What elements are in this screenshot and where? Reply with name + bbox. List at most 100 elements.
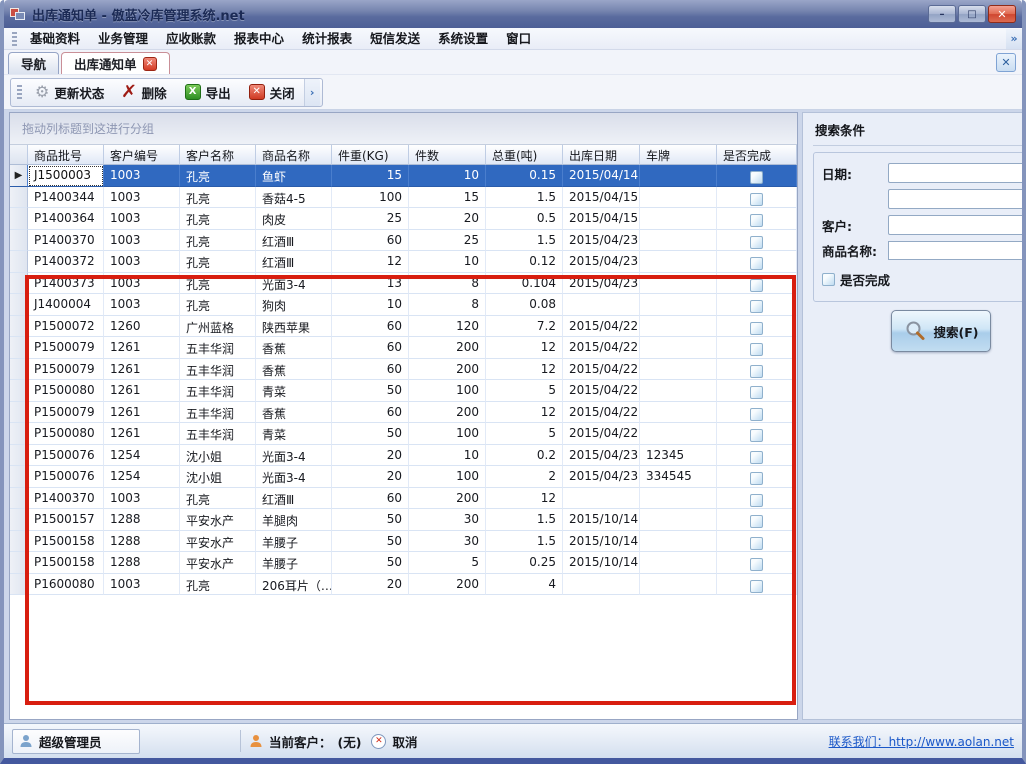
grid-cell[interactable] [640, 187, 717, 209]
grid-cell[interactable]: 1260 [104, 316, 180, 338]
grid-cell[interactable]: 孔亮 [180, 187, 256, 209]
grid-cell[interactable]: 60 [332, 359, 409, 381]
grid-cell[interactable]: 肉皮 [256, 208, 332, 230]
column-header[interactable]: 件数 [409, 145, 486, 165]
grid-cell[interactable]: 1003 [104, 574, 180, 596]
menu-item-receivables[interactable]: 应收账款 [157, 28, 225, 49]
table-row[interactable]: P15000761254沈小姐光面3-420100.22015/04/23123… [10, 445, 797, 467]
grid-cell[interactable]: 2015/04/23 [563, 251, 640, 273]
complete-checkbox[interactable] [750, 580, 763, 593]
grid-cell[interactable]: 50 [332, 380, 409, 402]
grid-cell[interactable]: 30 [409, 531, 486, 553]
close-button[interactable]: ✕ [988, 5, 1016, 23]
complete-checkbox[interactable] [750, 343, 763, 356]
grid-cell[interactable]: 50 [332, 531, 409, 553]
grid-cell[interactable] [563, 488, 640, 510]
grid-cell[interactable] [640, 273, 717, 295]
grid-cell[interactable]: 孔亮 [180, 230, 256, 252]
grid-cell[interactable]: 50 [332, 423, 409, 445]
grid-cell[interactable]: 20 [332, 574, 409, 596]
grid-cell[interactable]: P1400344 [28, 187, 104, 209]
is-complete-checkbox[interactable] [822, 273, 835, 286]
grid-cell[interactable]: 25 [409, 230, 486, 252]
complete-checkbox[interactable] [750, 558, 763, 571]
grid-cell[interactable]: 平安水产 [180, 531, 256, 553]
grid-cell[interactable]: 8 [409, 273, 486, 295]
grid-cell[interactable] [640, 316, 717, 338]
table-row[interactable]: ▶J15000031003孔亮鱼虾15100.152015/04/14 [10, 165, 797, 187]
table-row[interactable]: P15000791261五丰华润香蕉60200122015/04/22 [10, 359, 797, 381]
table-row[interactable]: P15000761254沈小姐光面3-42010022015/04/233345… [10, 466, 797, 488]
grid-cell[interactable]: 1.5 [486, 509, 563, 531]
menu-item-window[interactable]: 窗口 [497, 28, 540, 49]
grid-cell[interactable]: 1.5 [486, 230, 563, 252]
tabstrip-close-icon[interactable]: ✕ [996, 53, 1016, 72]
row-indicator[interactable] [10, 402, 28, 424]
grid-cell[interactable]: 1261 [104, 402, 180, 424]
grid-cell[interactable]: P1400372 [28, 251, 104, 273]
row-indicator[interactable] [10, 208, 28, 230]
complete-checkbox[interactable] [750, 408, 763, 421]
grid-cell[interactable]: 青菜 [256, 423, 332, 445]
grid-cell[interactable]: 孔亮 [180, 574, 256, 596]
table-row[interactable]: P15000791261五丰华润香蕉60200122015/04/22 [10, 337, 797, 359]
grid-cell[interactable]: 200 [409, 574, 486, 596]
grid-cell[interactable]: 1288 [104, 509, 180, 531]
row-indicator[interactable] [10, 531, 28, 553]
grid-cell[interactable]: 2 [486, 466, 563, 488]
table-row[interactable]: P15000801261五丰华润青菜5010052015/04/22 [10, 423, 797, 445]
grid-cell[interactable]: 1003 [104, 273, 180, 295]
grid-cell[interactable]: 50 [332, 552, 409, 574]
grid-cell[interactable]: 1288 [104, 552, 180, 574]
grid-cell[interactable] [640, 165, 717, 187]
row-indicator[interactable] [10, 509, 28, 531]
grid-cell[interactable]: 2015/04/15 [563, 208, 640, 230]
grid-cell[interactable] [563, 294, 640, 316]
grid-cell[interactable]: 0.5 [486, 208, 563, 230]
grid-cell[interactable]: 青菜 [256, 380, 332, 402]
grid-cell[interactable]: 100 [409, 380, 486, 402]
grid-cell[interactable]: 10 [409, 445, 486, 467]
grid-cell[interactable]: 沈小姐 [180, 445, 256, 467]
grid-cell[interactable] [640, 574, 717, 596]
grid-cell[interactable]: P1400364 [28, 208, 104, 230]
grid-cell[interactable]: 20 [409, 208, 486, 230]
grid-cell[interactable]: 光面3-4 [256, 445, 332, 467]
grid-cell[interactable]: 沈小姐 [180, 466, 256, 488]
grid-cell[interactable]: 2015/04/23 [563, 230, 640, 252]
grid-cell[interactable]: 孔亮 [180, 165, 256, 187]
grid-cell[interactable]: 10 [409, 165, 486, 187]
column-header[interactable]: 出库日期 [563, 145, 640, 165]
complete-checkbox[interactable] [750, 322, 763, 335]
menu-item-report-center[interactable]: 报表中心 [225, 28, 293, 49]
grid-cell[interactable]: 五丰华润 [180, 380, 256, 402]
grid-cell[interactable]: 1003 [104, 165, 180, 187]
complete-checkbox[interactable] [750, 365, 763, 378]
row-indicator-arrow[interactable]: ▶ [10, 165, 28, 187]
grid-cell[interactable]: 五丰华润 [180, 359, 256, 381]
table-row[interactable]: P15001581288平安水产羊腰子5050.252015/10/14 [10, 552, 797, 574]
column-header[interactable]: 客户名称 [180, 145, 256, 165]
grid-cell[interactable]: 孔亮 [180, 294, 256, 316]
column-header[interactable]: 客户编号 [104, 145, 180, 165]
grid-cell[interactable]: 100 [332, 187, 409, 209]
grid-cell[interactable]: 红酒Ⅲ [256, 251, 332, 273]
row-indicator[interactable] [10, 337, 28, 359]
grid-cell[interactable]: 334545 [640, 466, 717, 488]
grid-cell[interactable]: 120 [409, 316, 486, 338]
complete-checkbox[interactable] [750, 257, 763, 270]
row-indicator[interactable] [10, 251, 28, 273]
menubar-overflow-chevron-icon[interactable]: » [1006, 29, 1022, 49]
grid-cell[interactable]: 陕西苹果 [256, 316, 332, 338]
grid-group-panel[interactable]: 拖动列标题到这进行分组 [10, 113, 797, 145]
grid-cell[interactable]: 2015/04/22 [563, 380, 640, 402]
complete-checkbox[interactable] [750, 472, 763, 485]
grid-cell[interactable]: 200 [409, 337, 486, 359]
grid-cell[interactable] [640, 552, 717, 574]
grid-cell[interactable]: 狗肉 [256, 294, 332, 316]
grid-cell[interactable]: 1003 [104, 187, 180, 209]
grid-cell[interactable]: 5 [486, 423, 563, 445]
grid-cell[interactable]: 1.5 [486, 531, 563, 553]
grid-cell[interactable]: 光面3-4 [256, 466, 332, 488]
row-indicator[interactable] [10, 359, 28, 381]
